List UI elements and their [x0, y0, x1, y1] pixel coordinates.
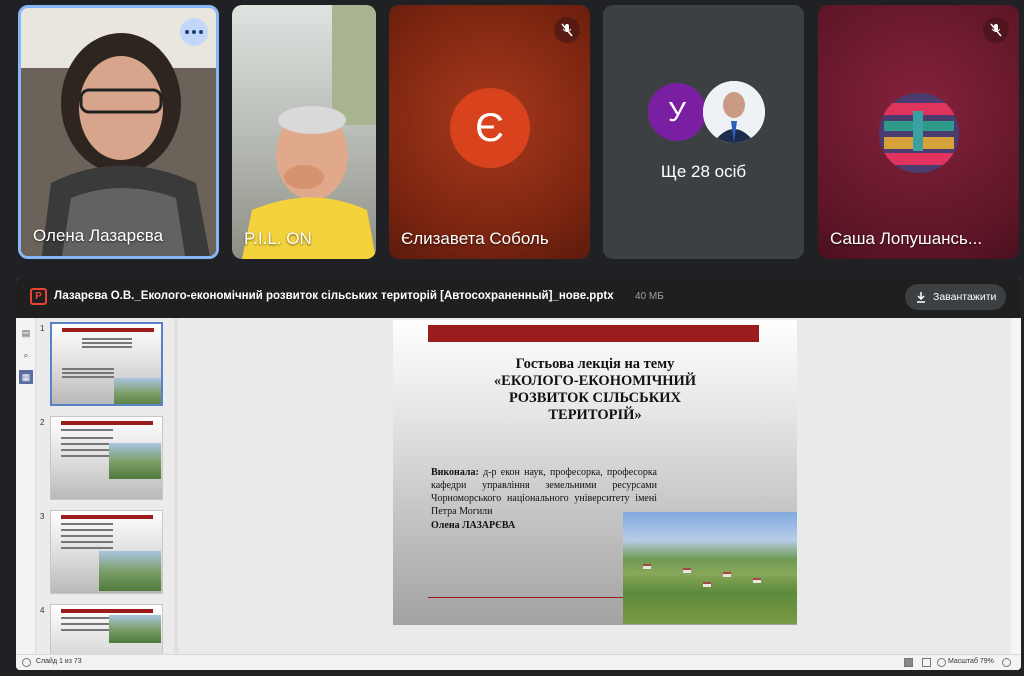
- tool-rail: ▤ ⌕ ▦: [16, 318, 36, 654]
- zoom-icon[interactable]: [937, 658, 946, 667]
- more-options-icon[interactable]: [180, 18, 208, 46]
- participant-tile-pil-on[interactable]: P.I.L. ON: [232, 5, 376, 259]
- search-icon[interactable]: ⌕: [19, 348, 33, 362]
- slide-divider: [428, 597, 623, 598]
- participant-name: Єлизавета Соболь: [401, 229, 549, 248]
- file-name: Лазарєва О.В._Еколого-економічний розвит…: [54, 290, 614, 302]
- slide-header-bar: [428, 325, 759, 342]
- file-size: 40 МБ: [635, 291, 664, 302]
- outline-icon[interactable]: ▦: [19, 370, 33, 384]
- participant-name: Саша Лопушансь...: [830, 229, 983, 248]
- participant-tile-more[interactable]: У Ще 28 осіб: [603, 5, 804, 259]
- play-icon[interactable]: [22, 658, 31, 667]
- participant-tile-sasha[interactable]: Саша Лопушансь...: [818, 5, 1019, 259]
- slide-body: Виконала: д-р екон наук, професорка, про…: [431, 466, 657, 518]
- slide-thumbnail-3[interactable]: [50, 510, 163, 594]
- slide-thumbnail-1[interactable]: [50, 322, 163, 406]
- participant-tile-olena[interactable]: Олена Лазарєва: [18, 5, 219, 259]
- slide-scrollbar[interactable]: [1011, 318, 1021, 654]
- presentation-viewer: P Лазарєва О.В._Еколого-економічний розв…: [16, 278, 1021, 670]
- slides-panel-icon[interactable]: ▤: [19, 326, 33, 340]
- download-label: Завантажити: [933, 291, 997, 303]
- zoom-level: Масштаб 79%: [948, 658, 994, 665]
- avatar: Є: [449, 88, 530, 168]
- thumbnail-number: 2: [40, 418, 45, 427]
- avatar-photo: [879, 93, 959, 173]
- more-participants-label: Ще 28 осіб: [660, 162, 747, 181]
- download-button[interactable]: Завантажити: [905, 284, 1006, 310]
- slide-thumbnail-4[interactable]: [50, 604, 163, 654]
- thumbnail-number: 3: [40, 512, 45, 521]
- download-icon: [917, 292, 925, 303]
- thumbnail-number: 4: [40, 606, 45, 615]
- slide-counter: Слайд 1 из 73: [36, 658, 82, 665]
- village-photo: [623, 512, 797, 624]
- participant-name: P.I.L. ON: [244, 229, 312, 248]
- slide-sorter-icon[interactable]: [922, 658, 931, 667]
- viewer-header: P Лазарєва О.В._Еколого-економічний розв…: [16, 278, 1021, 318]
- slide-body-label: Виконала:: [431, 467, 479, 478]
- thumbnail-number: 1: [40, 324, 45, 333]
- slide-author: Олена ЛАЗАРЄВА: [431, 520, 516, 531]
- mic-off-icon: [983, 17, 1009, 43]
- slide-canvas: Гостьова лекція на тему «ЕКОЛОГО-ЕКОНОМІ…: [178, 318, 1011, 654]
- current-slide: Гостьова лекція на тему «ЕКОЛОГО-ЕКОНОМІ…: [393, 320, 797, 625]
- slide-title: Гостьова лекція на тему «ЕКОЛОГО-ЕКОНОМІ…: [493, 356, 697, 423]
- avatar-photo: [703, 81, 765, 143]
- participant-video: [242, 5, 376, 259]
- status-bar: Слайд 1 из 73 Масштаб 79%: [16, 654, 1021, 670]
- slide-thumbnail-2[interactable]: [50, 416, 163, 500]
- mic-off-icon: [554, 17, 580, 43]
- participant-video: [21, 8, 216, 256]
- powerpoint-file-icon: P: [30, 288, 47, 305]
- participant-tile-yelyzaveta[interactable]: Є Єлизавета Соболь: [389, 5, 590, 259]
- participant-name: Олена Лазарєва: [33, 226, 164, 245]
- fit-icon[interactable]: [1002, 658, 1011, 667]
- thumbnail-pane: 1 2 3 4: [36, 318, 174, 654]
- normal-view-icon[interactable]: [904, 658, 913, 667]
- avatar: У: [648, 83, 706, 141]
